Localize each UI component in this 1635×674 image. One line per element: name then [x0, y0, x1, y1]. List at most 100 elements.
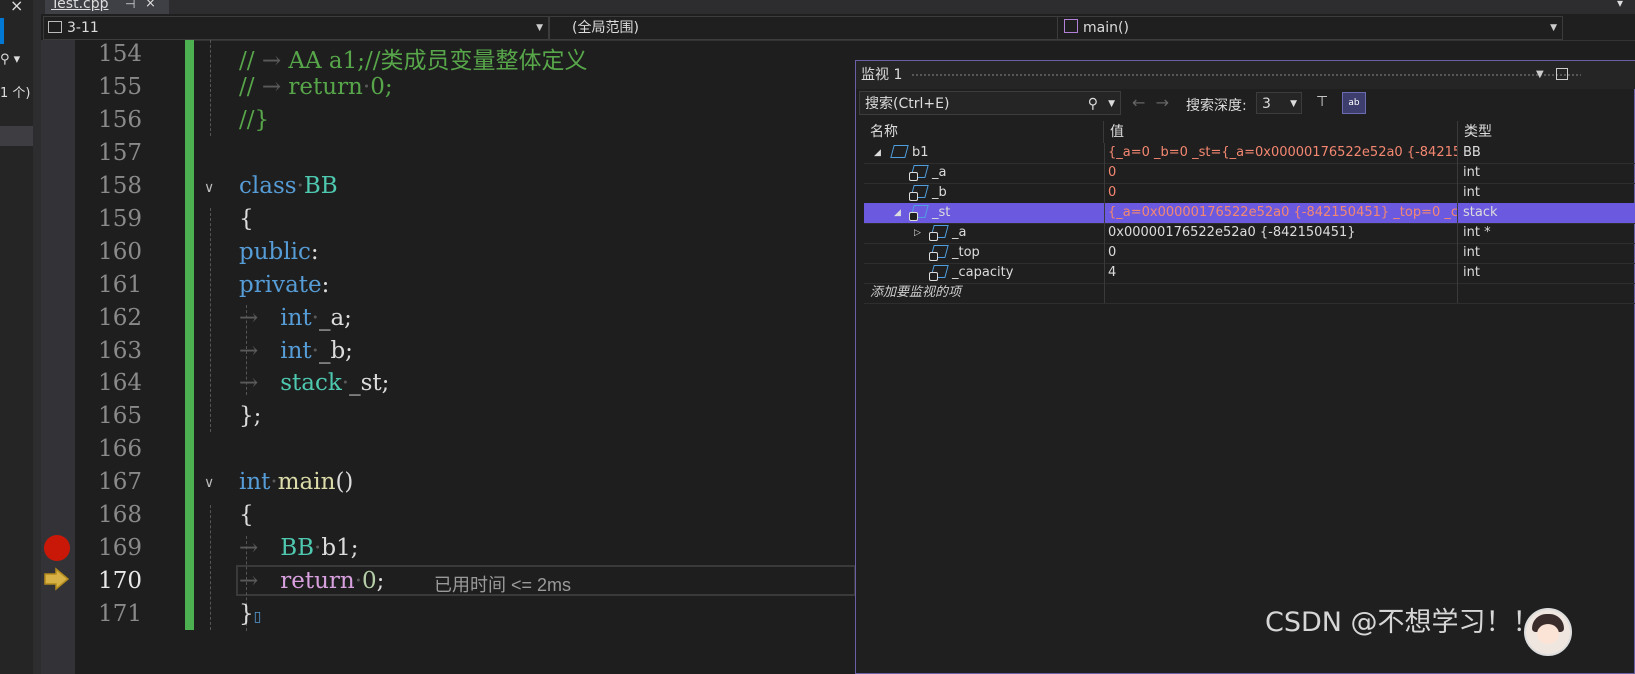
watch-title-bar[interactable]: 监视 1 ▼ [856, 61, 1635, 89]
value-cell[interactable]: {_a=0x00000176522e52a0 {-842150451} _top… [1104, 203, 1458, 223]
navigation-bar: 3-11 ▼ (全局范围) ▼ main() ▼ [41, 14, 1635, 41]
chevron-down-icon: ▼ [536, 23, 543, 33]
code-line-155: // → return·0; [239, 74, 393, 100]
column-header-type[interactable]: 类型 [1458, 121, 1635, 143]
scope-name: (全局范围) [572, 20, 639, 36]
watch-row-selected[interactable]: ◢ _st {_a=0x00000176522e52a0 {-842150451… [864, 203, 1635, 224]
value-cell[interactable]: {_a=0 _b=0 _st={_a=0x00000176522e52a0 {-… [1104, 143, 1458, 163]
name-cell: _a [864, 163, 1105, 183]
chevron-down-icon: ▼ [1290, 99, 1297, 109]
collapse-icon[interactable]: ∨ [204, 475, 214, 491]
line-number: 156 [98, 107, 142, 133]
code-line-156: //} [239, 107, 270, 133]
tab-test-cpp[interactable]: Test.cpp ⊣ × [45, 0, 169, 14]
search-depth-select[interactable]: 3 ▼ [1256, 92, 1302, 114]
pin-icon[interactable]: ⊣ [125, 0, 135, 14]
watch-row[interactable]: _a 0 int [864, 163, 1635, 184]
watch-row[interactable]: _capacity 4 int [864, 263, 1635, 284]
column-header-value[interactable]: 值 [1104, 121, 1458, 143]
search-nav-arrows[interactable]: ← → [1132, 93, 1169, 112]
collapse-icon[interactable]: ∨ [204, 180, 214, 196]
name-cell: _b [864, 183, 1105, 203]
selected-item[interactable] [0, 126, 33, 146]
watch-search-input[interactable]: 搜索(Ctrl+E) ⚲ ▼ [859, 91, 1121, 115]
hex-display-button[interactable]: ab [1342, 92, 1366, 114]
code-line-163: → int·_b; [239, 338, 353, 364]
lock-icon [909, 212, 918, 221]
lock-icon [929, 272, 938, 281]
avatar [1524, 608, 1572, 656]
pin-icon[interactable]: ⊤ [1316, 94, 1328, 110]
member-name: main() [1083, 20, 1129, 36]
watch-row[interactable]: _b 0 int [864, 183, 1635, 204]
result-count: 1 个) [0, 86, 31, 101]
var-name: _a [952, 225, 967, 240]
name-cell: 添加要监视的项 [864, 283, 1105, 303]
code-line-167: int·main() [239, 469, 354, 495]
chevron-down-icon[interactable]: ▼ [1108, 92, 1115, 116]
expand-icon[interactable]: ▷ [914, 223, 921, 243]
search-placeholder: 搜索(Ctrl+E) [865, 96, 950, 112]
code-line-162: → int·_a; [239, 305, 352, 331]
maximize-icon[interactable] [1556, 68, 1568, 80]
project-combo[interactable]: 3-11 ▼ [43, 16, 549, 40]
var-name: b1 [912, 145, 929, 160]
value-cell[interactable]: 4 [1104, 263, 1458, 283]
line-number: 171 [98, 601, 142, 627]
line-number: 162 [98, 305, 142, 331]
perf-tip[interactable]: 已用时间 <= 2ms [434, 571, 571, 597]
type-cell: stack [1463, 205, 1498, 220]
indent-guide [210, 40, 211, 136]
code-line-169: → BB·b1; [239, 535, 359, 561]
indent-guide [210, 208, 211, 432]
value-cell[interactable]: 0 [1104, 183, 1458, 203]
window-menu-icon[interactable]: ▼ [1536, 61, 1544, 89]
close-icon[interactable]: × [10, 0, 23, 15]
tab-list-dropdown-icon[interactable]: ▾ [1617, 0, 1623, 10]
code-line-159: { [239, 206, 254, 232]
code-line-154: // → AA a1;//类成员变量整体定义 [239, 48, 588, 74]
name-cell: ◢ b1 [864, 143, 1105, 163]
value-cell[interactable]: 0 [1104, 163, 1458, 183]
close-icon[interactable]: × [145, 0, 156, 14]
search-icon[interactable]: ⚲ ▾ [0, 52, 20, 67]
current-line-number: 170 [98, 568, 142, 594]
search-depth-label: 搜索深度: [1186, 98, 1247, 114]
collapse-icon[interactable]: ◢ [874, 143, 881, 163]
value-cell[interactable]: 0 [1104, 243, 1458, 263]
value-cell[interactable]: 0x00000176522e52a0 {-842150451} [1104, 223, 1458, 243]
code-line-165: }; [239, 403, 262, 429]
var-name: _top [952, 245, 980, 260]
member-combo[interactable]: main() ▼ [1057, 16, 1563, 40]
type-cell [1458, 283, 1635, 303]
watch-row[interactable]: _top 0 int [864, 243, 1635, 264]
collapse-icon[interactable]: ◢ [894, 203, 901, 223]
selection-indicator [0, 18, 4, 44]
code-line-164: → stack·_st; [239, 370, 390, 396]
tab-label: Test.cpp [51, 0, 109, 12]
name-cell: _capacity [864, 263, 1105, 283]
add-watch-placeholder[interactable]: 添加要监视的项 [870, 283, 961, 303]
search-icon[interactable]: ⚲ [1088, 92, 1098, 116]
scope-combo[interactable]: (全局范围) ▼ [549, 16, 1076, 40]
chevron-down-icon: ▼ [1550, 23, 1557, 33]
column-header-name[interactable]: 名称 [864, 121, 1104, 143]
breakpoint-icon[interactable] [44, 535, 70, 561]
line-number: 163 [98, 338, 142, 364]
code-editor[interactable]: ∨ ∨ // → AA a1;//类成员变量整体定义 // → return·0… [194, 40, 856, 674]
watch-row[interactable]: ◢ b1 {_a=0 _b=0 _st={_a=0x00000176522e52… [864, 143, 1635, 164]
drag-handle[interactable] [911, 73, 1581, 77]
search-depth-value: 3 [1262, 96, 1271, 112]
line-number: 165 [98, 403, 142, 429]
add-watch-row[interactable]: 添加要监视的项 [864, 283, 1635, 304]
change-tracking-bar [185, 40, 194, 630]
splitter[interactable] [33, 0, 41, 674]
watch-row[interactable]: ▷ _a 0x00000176522e52a0 {-842150451} int… [864, 223, 1635, 244]
line-number: 160 [98, 239, 142, 265]
line-number: 168 [98, 502, 142, 528]
project-icon [48, 21, 62, 33]
line-numbers: 154 155 156 157 158 159 160 161 162 163 … [75, 40, 185, 674]
project-name: 3-11 [67, 20, 99, 36]
watch-toolbar: 搜索(Ctrl+E) ⚲ ▼ ← → 搜索深度: 3 ▼ ⊤ ab [856, 89, 1635, 119]
type-cell: int [1463, 165, 1480, 180]
